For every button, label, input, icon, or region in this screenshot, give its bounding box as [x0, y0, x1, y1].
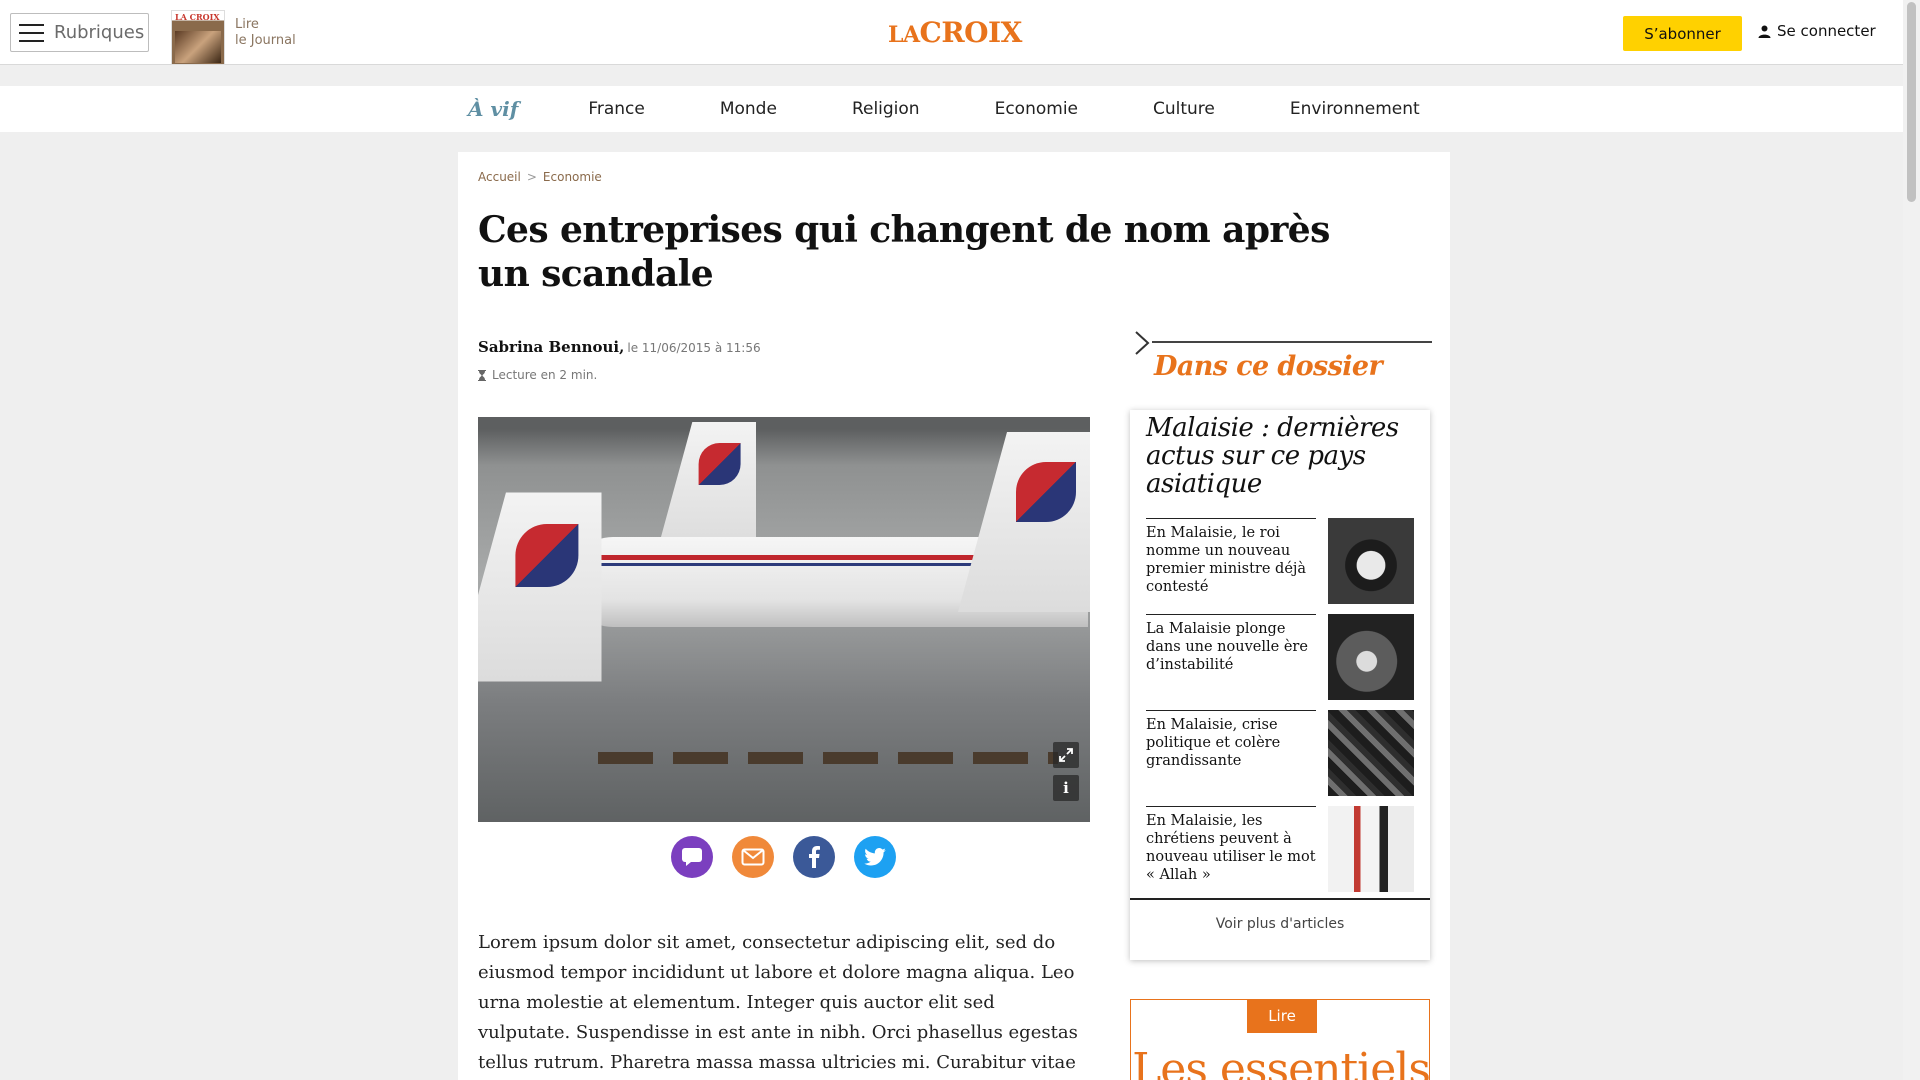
- article-body: Lorem ipsum dolor sit amet, consectetur …: [478, 932, 1078, 1073]
- article-title: Ces entreprises qui changent de nom aprè…: [478, 209, 1330, 295]
- essentiels-promo[interactable]: Lire Les essentiels: [1130, 999, 1431, 1080]
- nav-item-religion[interactable]: Religion: [852, 99, 920, 119]
- logo-croix: CROIX: [919, 16, 1023, 49]
- breadcrumb-section[interactable]: Economie: [543, 170, 602, 184]
- publish-date: le 11/06/2015 à 11:56: [627, 341, 761, 355]
- dossier-item[interactable]: En Malaisie, le roi nomme un nouveau pre…: [1146, 518, 1416, 610]
- breadcrumb: Accueil > Economie: [478, 170, 602, 184]
- journal-cover-image: [175, 31, 221, 63]
- dossier-item-text: En Malaisie, les chrétiens peuvent à nou…: [1146, 813, 1316, 883]
- article-byline: Sabrina Bennoui, le 11/06/2015 à 11:56: [478, 338, 761, 356]
- logo-la: LA: [888, 22, 920, 48]
- dossier-item-thumbnail: [1328, 614, 1414, 700]
- scrollbar[interactable]: [1903, 0, 1920, 1080]
- essentiels-tag: Lire: [1247, 999, 1317, 1033]
- dossier-item[interactable]: En Malaisie, les chrétiens peuvent à nou…: [1146, 806, 1416, 898]
- rubriques-menu-button[interactable]: Rubriques: [10, 13, 149, 52]
- nav-item-economie[interactable]: Economie: [995, 99, 1078, 119]
- nav-item-monde[interactable]: Monde: [720, 99, 777, 119]
- info-icon[interactable]: i: [1053, 775, 1079, 801]
- dossier-item[interactable]: En Malaisie, crise politique et colère g…: [1146, 710, 1416, 802]
- top-header: Rubriques LA CROIX Lire le Journal LACRO…: [0, 0, 1903, 65]
- dossier-box: Malaisie : dernières actus sur ce pays a…: [1130, 410, 1430, 960]
- subscribe-button[interactable]: S’abonner: [1623, 16, 1742, 51]
- user-icon: [1758, 25, 1771, 38]
- read-journal-link[interactable]: Lire le Journal: [235, 17, 296, 49]
- dossier-title[interactable]: Malaisie : dernières actus sur ce pays a…: [1146, 414, 1416, 498]
- hamburger-icon: [19, 23, 44, 42]
- nav-item-a-vif[interactable]: À vif: [468, 97, 518, 121]
- article-card: Accueil > Economie Ces entreprises qui cha…: [458, 152, 1450, 1080]
- facebook-icon[interactable]: [793, 836, 835, 878]
- rubriques-label: Rubriques: [54, 22, 145, 43]
- see-more-articles-link[interactable]: Voir plus d'articles: [1130, 916, 1430, 932]
- la-croix-logo[interactable]: LACROIX: [888, 16, 1022, 49]
- journal-cover-logo: LA CROIX: [175, 12, 220, 22]
- read-time: Lecture en 2 min.: [478, 368, 597, 382]
- login-link[interactable]: Se connecter: [1758, 22, 1876, 40]
- hero-image: i: [478, 417, 1090, 822]
- mail-icon[interactable]: [732, 836, 774, 878]
- dossier-item-text: En Malaisie, le roi nomme un nouveau pre…: [1146, 525, 1307, 595]
- scrollbar-thumb[interactable]: [1907, 2, 1916, 202]
- dossier-item-text: La Malaisie plonge dans une nouvelle ère…: [1146, 621, 1308, 673]
- chevron-right-icon: [1135, 331, 1150, 355]
- breadcrumb-separator: >: [526, 170, 537, 184]
- nav-item-france[interactable]: France: [588, 99, 645, 119]
- nav-item-environnement[interactable]: Environnement: [1290, 99, 1420, 119]
- expand-icon[interactable]: [1053, 742, 1079, 768]
- dossier-item-text: En Malaisie, crise politique et colère g…: [1146, 717, 1281, 769]
- dossier-item-thumbnail: [1328, 518, 1414, 604]
- twitter-icon[interactable]: [854, 836, 896, 878]
- dossier-item-thumbnail: [1328, 710, 1414, 796]
- ground-equipment: [598, 752, 1058, 764]
- dossier-header: Dans ce dossier: [1132, 327, 1432, 382]
- read-time-label: Lecture en 2 min.: [492, 368, 598, 382]
- dossier-heading: Dans ce dossier: [1154, 351, 1383, 382]
- journal-cover-thumbnail[interactable]: LA CROIX: [171, 10, 225, 65]
- read-journal-line1: Lire: [235, 17, 259, 32]
- dossier-item[interactable]: La Malaisie plonge dans une nouvelle ère…: [1146, 614, 1416, 706]
- share-bar: [671, 836, 896, 878]
- read-journal-line2: le Journal: [235, 33, 296, 48]
- essentiels-title: Les essentiels: [1132, 1044, 1431, 1080]
- dossier-item-thumbnail: [1328, 806, 1414, 892]
- breadcrumb-home[interactable]: Accueil: [478, 170, 521, 184]
- comment-icon[interactable]: [671, 836, 713, 878]
- login-label: Se connecter: [1777, 22, 1876, 40]
- section-nav: À vif France Monde Religion Economie Cul…: [0, 86, 1903, 132]
- author-name[interactable]: Sabrina Bennoui,: [478, 338, 624, 356]
- hourglass-icon: [478, 369, 486, 381]
- nav-item-culture[interactable]: Culture: [1153, 99, 1215, 119]
